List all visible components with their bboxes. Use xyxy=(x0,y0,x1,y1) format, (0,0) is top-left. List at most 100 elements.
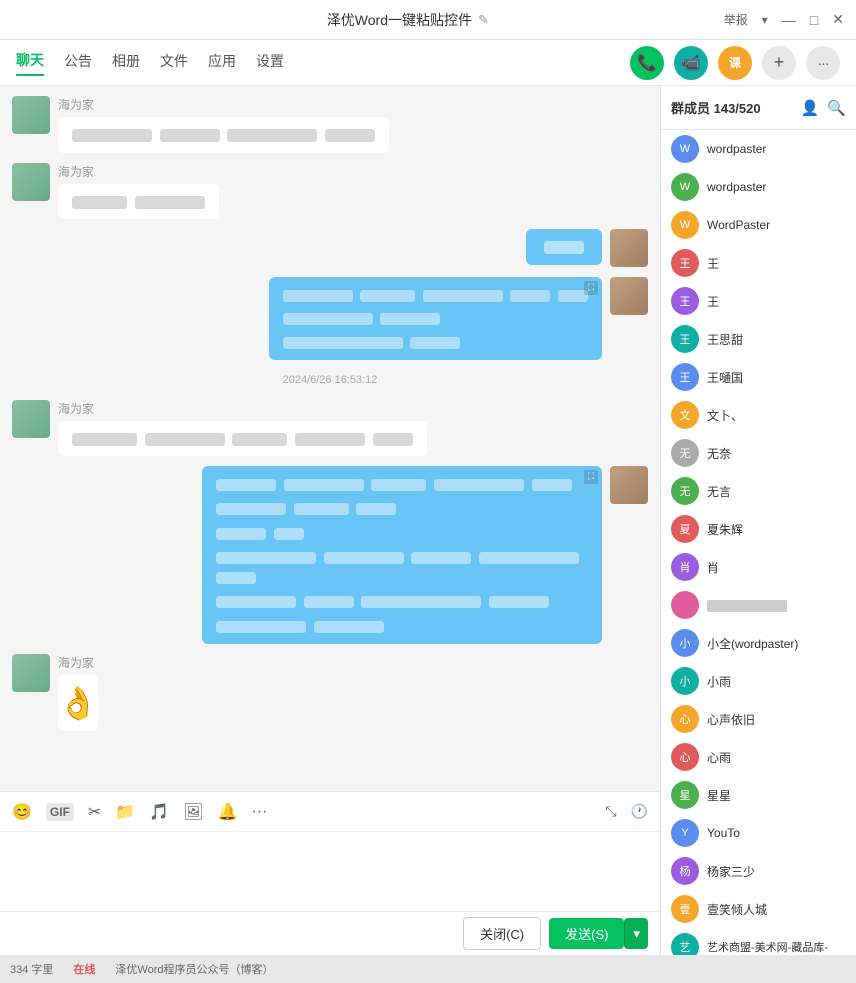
avatar xyxy=(12,163,50,201)
nav-left: 聊天 公告 相册 文件 应用 设置 xyxy=(16,50,284,76)
member-avatar: 壹 xyxy=(671,895,699,923)
message-bubble-sent xyxy=(526,229,602,265)
voice-call-btn[interactable]: 📞 xyxy=(630,46,664,80)
message-bubble-sent: ⛶ xyxy=(269,277,603,360)
msg-sender: 海为家 xyxy=(58,400,427,417)
member-name: 艺术商盟-美术网-藏品库- xyxy=(707,939,828,955)
avatar-self xyxy=(610,229,648,267)
minimize-btn[interactable]: — xyxy=(782,12,796,28)
member-avatar: 文 xyxy=(671,401,699,429)
member-list-item[interactable]: 王王 xyxy=(661,244,856,282)
member-avatar: 星 xyxy=(671,781,699,809)
member-list-item[interactable]: 王王嗵国 xyxy=(661,358,856,396)
member-name: 无言 xyxy=(707,483,731,500)
msg-sender: 海为家 xyxy=(58,654,98,671)
msg-content: ⛶ xyxy=(202,466,602,644)
member-name xyxy=(707,598,787,612)
member-list-item[interactable]: Wwordpaster xyxy=(661,168,856,206)
member-avatar: 小 xyxy=(671,629,699,657)
chat-input-area xyxy=(0,831,660,911)
history-btn[interactable]: 🕐 xyxy=(631,803,648,820)
maximize-btn[interactable]: □ xyxy=(810,12,818,28)
member-list-item[interactable] xyxy=(661,586,856,624)
member-avatar: W xyxy=(671,173,699,201)
title-bar-controls: 举报 ▾ — □ ✕ xyxy=(724,11,844,28)
member-name: 文卜、 xyxy=(707,407,743,424)
nav-right: 📞 📹 课 + ··· xyxy=(630,46,840,80)
nav-item-app[interactable]: 应用 xyxy=(208,51,236,75)
music-btn[interactable]: 🎵 xyxy=(149,802,169,822)
member-name: 杨家三少 xyxy=(707,863,755,880)
edit-icon[interactable]: ✎ xyxy=(478,12,489,28)
member-header-icons: 👤 🔍 xyxy=(801,99,846,117)
member-avatar: 小 xyxy=(671,667,699,695)
message-bubble xyxy=(58,421,427,457)
chat-toolbar: 😊 GIF ✂ 📁 🎵 🖼 🔔 ··· ⤡ 🕐 xyxy=(0,791,660,831)
member-list-item[interactable]: 小小全(wordpaster) xyxy=(661,624,856,662)
member-avatar: 夏 xyxy=(671,515,699,543)
member-list-item[interactable]: 无无奈 xyxy=(661,434,856,472)
member-name: 王 xyxy=(707,293,719,310)
avatar xyxy=(12,96,50,134)
chevron-down-icon[interactable]: ▾ xyxy=(762,13,768,27)
member-list-item[interactable]: 艺艺术商盟-美术网-藏品库- xyxy=(661,928,856,955)
nav-item-notice[interactable]: 公告 xyxy=(64,51,92,75)
nav-item-settings[interactable]: 设置 xyxy=(256,51,284,75)
member-list-item[interactable]: 无无言 xyxy=(661,472,856,510)
member-avatar: 肖 xyxy=(671,553,699,581)
member-avatar: W xyxy=(671,135,699,163)
send-btn[interactable]: 发送(S) xyxy=(549,918,624,949)
member-list-item[interactable]: 肖肖 xyxy=(661,548,856,586)
member-list-item[interactable]: YYouTo xyxy=(661,814,856,852)
nav-item-chat[interactable]: 聊天 xyxy=(16,50,44,76)
member-avatar: 无 xyxy=(671,439,699,467)
member-list-item[interactable]: 小小雨 xyxy=(661,662,856,700)
title-bar-center: 泽优Word一键粘贴控件 ✎ xyxy=(327,10,489,30)
more-tools-btn[interactable]: ··· xyxy=(251,803,267,821)
bell-btn[interactable]: 🔔 xyxy=(217,802,237,822)
member-icon1[interactable]: 👤 xyxy=(801,99,820,117)
course-btn[interactable]: 课 xyxy=(718,46,752,80)
gif-btn[interactable]: GIF xyxy=(46,803,74,821)
member-header: 群成员 143/520 👤 🔍 xyxy=(661,86,856,130)
video-call-btn[interactable]: 📹 xyxy=(674,46,708,80)
member-list-item[interactable]: 心心雨 xyxy=(661,738,856,776)
member-name: 肖 xyxy=(707,559,719,576)
member-list-item[interactable]: Wwordpaster xyxy=(661,130,856,168)
folder-btn[interactable]: 📁 xyxy=(115,802,135,822)
member-name: 王嗵国 xyxy=(707,369,743,386)
member-list-item[interactable]: 文文卜、 xyxy=(661,396,856,434)
msg-sender: 海为家 xyxy=(58,163,219,180)
close-chat-btn[interactable]: 关闭(C) xyxy=(463,917,541,950)
member-search-icon[interactable]: 🔍 xyxy=(827,99,846,117)
add-btn[interactable]: + xyxy=(762,46,796,80)
member-list-item[interactable]: 心心声依旧 xyxy=(661,700,856,738)
chat-input[interactable] xyxy=(12,840,648,903)
nav-item-file[interactable]: 文件 xyxy=(160,51,188,75)
member-list-item[interactable]: 王王 xyxy=(661,282,856,320)
nav-item-album[interactable]: 相册 xyxy=(112,51,140,75)
member-list-item[interactable]: 王王思甜 xyxy=(661,320,856,358)
send-arrow-btn[interactable]: ▾ xyxy=(624,918,648,949)
report-btn[interactable]: 举报 xyxy=(724,11,748,28)
avatar-self xyxy=(610,277,648,315)
more-btn[interactable]: ··· xyxy=(806,46,840,80)
message-row-emoji: 海为家 👌 xyxy=(12,654,648,731)
emoji-btn[interactable]: 😊 xyxy=(12,802,32,822)
scissors-btn[interactable]: ✂ xyxy=(88,802,101,822)
member-avatar: 心 xyxy=(671,705,699,733)
member-avatar: 王 xyxy=(671,287,699,315)
member-count: 群成员 143/520 xyxy=(671,98,761,117)
member-list-item[interactable]: 夏夏朱辉 xyxy=(661,510,856,548)
image-btn[interactable]: 🖼 xyxy=(183,802,203,822)
member-list-item[interactable]: WWordPaster xyxy=(661,206,856,244)
member-list-item[interactable]: 杨杨家三少 xyxy=(661,852,856,890)
avatar xyxy=(12,400,50,438)
member-name: YouTo xyxy=(707,826,740,840)
close-btn[interactable]: ✕ xyxy=(832,11,844,28)
app-title: 泽优Word一键粘贴控件 xyxy=(327,10,472,30)
member-list-item[interactable]: 星星星 xyxy=(661,776,856,814)
member-list-item[interactable]: 壹壹笑倾人城 xyxy=(661,890,856,928)
expand-btn[interactable]: ⤡ xyxy=(605,803,616,820)
char-count: 334 字里 xyxy=(10,961,53,977)
